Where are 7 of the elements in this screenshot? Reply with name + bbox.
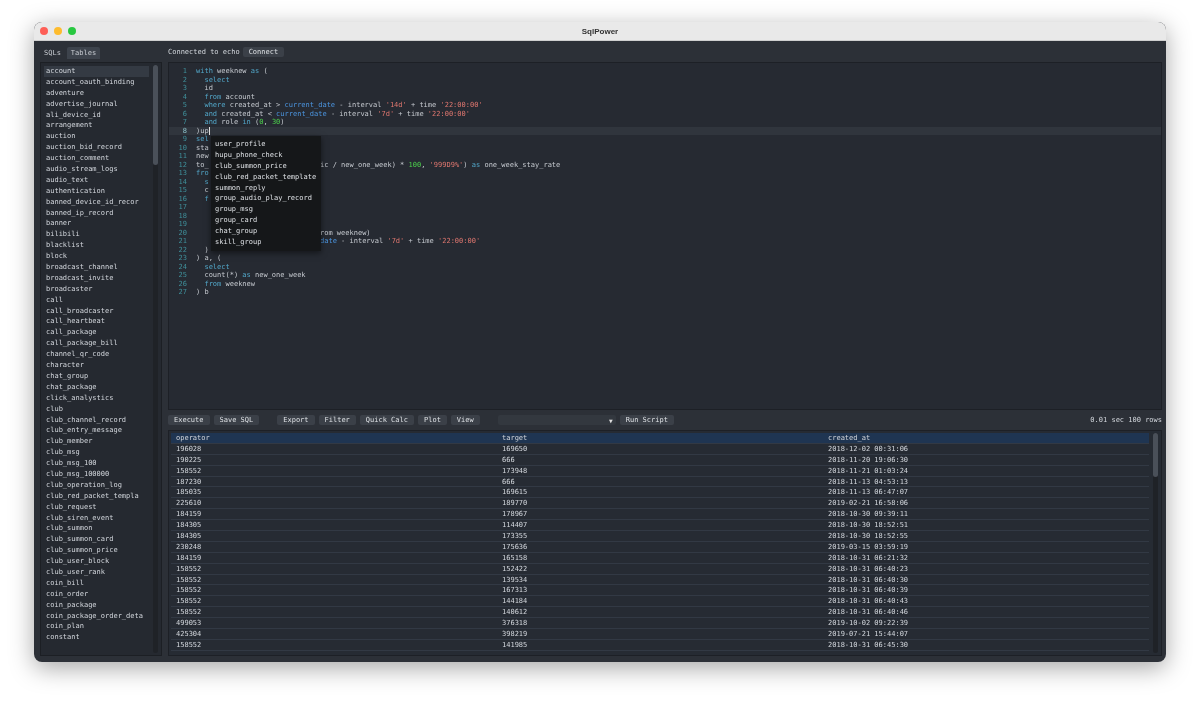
code-editor[interactable] (168, 62, 1162, 410)
scrollbar-thumb[interactable] (153, 65, 158, 165)
zoom-button[interactable] (68, 27, 76, 35)
scrollbar-thumb[interactable] (1153, 433, 1158, 477)
window-title: SqlPower (581, 26, 619, 36)
close-button[interactable] (40, 27, 48, 35)
minimize-button[interactable] (54, 27, 62, 35)
